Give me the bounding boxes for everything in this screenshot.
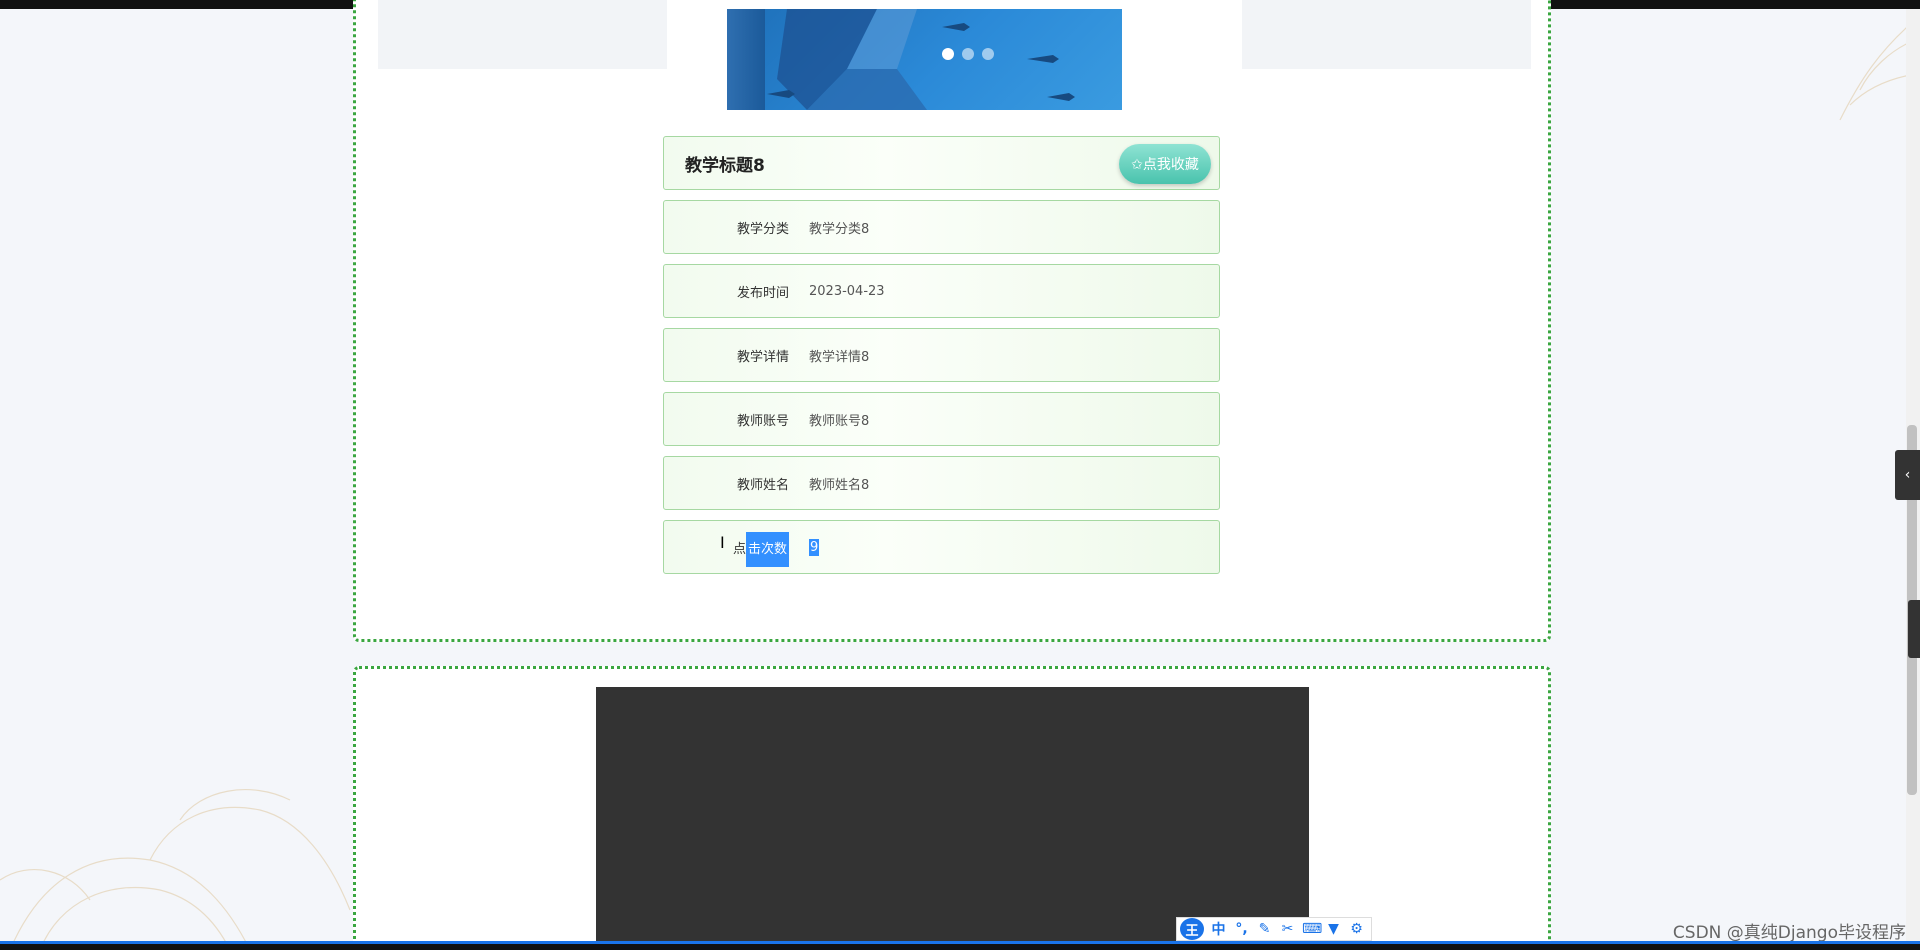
field-row: 教学详情 教学详情8 bbox=[663, 328, 1220, 382]
punctuation-icon[interactable]: °, bbox=[1233, 921, 1250, 937]
gear-icon[interactable]: ⚙ bbox=[1348, 921, 1365, 937]
field-label: 教师账号 bbox=[736, 413, 789, 429]
field-value: 教师账号8 bbox=[809, 413, 870, 429]
carousel-dot-1[interactable] bbox=[942, 48, 954, 60]
video-card bbox=[353, 666, 1551, 950]
bottom-progress bbox=[0, 941, 1920, 944]
field-label: 教学分类 bbox=[736, 221, 789, 237]
clicks-value-selected: 9 bbox=[809, 538, 820, 556]
title-row: 教学标题8 ✩点我收藏 bbox=[663, 136, 1220, 190]
field-row: 教师账号 教师账号8 bbox=[663, 392, 1220, 446]
ime-logo-icon[interactable]: 王 bbox=[1180, 918, 1204, 940]
banner-graphic bbox=[767, 9, 1075, 110]
carousel-dot-2[interactable] bbox=[962, 48, 974, 60]
field-label: 发布时间 bbox=[736, 285, 789, 301]
field-value: 2023-04-23 bbox=[809, 283, 885, 299]
watermark: CSDN @真纯Django毕设程序 bbox=[1672, 923, 1906, 943]
detail-card: 教学标题8 ✩点我收藏 教学分类 教学分类8 发布时间 2023-04-23 教… bbox=[353, 0, 1551, 642]
clicks-label-selected: 击次数 bbox=[745, 531, 789, 567]
pen-icon[interactable]: ✎ bbox=[1256, 921, 1273, 937]
ime-lang-toggle[interactable]: 中 bbox=[1210, 919, 1227, 939]
clicks-value: 9 bbox=[809, 538, 820, 556]
clicks-label: 点击次数 bbox=[664, 531, 789, 567]
floral-decoration bbox=[0, 789, 351, 950]
field-row: 发布时间 2023-04-23 bbox=[663, 264, 1220, 318]
field-value: 教师姓名8 bbox=[809, 477, 870, 493]
keyboard-icon[interactable]: ⌨ bbox=[1302, 921, 1322, 937]
clicks-label-prefix: 点 bbox=[732, 541, 746, 557]
carousel-dot-3[interactable] bbox=[982, 48, 994, 60]
side-handle[interactable] bbox=[1908, 600, 1920, 658]
scissors-icon[interactable]: ✂ bbox=[1279, 921, 1296, 937]
banner-side-right bbox=[1242, 0, 1531, 69]
banner-side-left bbox=[378, 0, 667, 69]
shirt-icon[interactable]: ▼ bbox=[1325, 921, 1342, 937]
text-cursor-icon: I bbox=[720, 533, 725, 552]
field-value: 教学分类8 bbox=[809, 221, 870, 237]
favorite-button[interactable]: ✩点我收藏 bbox=[1119, 144, 1211, 184]
clicks-row: 点击次数 9 bbox=[663, 520, 1220, 574]
chevron-left-icon[interactable]: ‹ bbox=[1895, 450, 1920, 500]
field-value: 教学详情8 bbox=[809, 349, 870, 365]
field-row: 教学分类 教学分类8 bbox=[663, 200, 1220, 254]
video-player[interactable] bbox=[596, 687, 1309, 950]
field-label: 教学详情 bbox=[736, 349, 789, 365]
field-row: 教师姓名 教师姓名8 bbox=[663, 456, 1220, 510]
bottom-bar bbox=[0, 941, 1920, 950]
page-title: 教学标题8 bbox=[685, 155, 765, 176]
carousel-dots bbox=[942, 48, 994, 60]
carousel-image[interactable] bbox=[727, 9, 1122, 110]
ime-toolbar: 王 中 °, ✎ ✂ ⌨ ▼ ⚙ bbox=[1176, 917, 1372, 941]
field-label: 教师姓名 bbox=[736, 477, 789, 493]
